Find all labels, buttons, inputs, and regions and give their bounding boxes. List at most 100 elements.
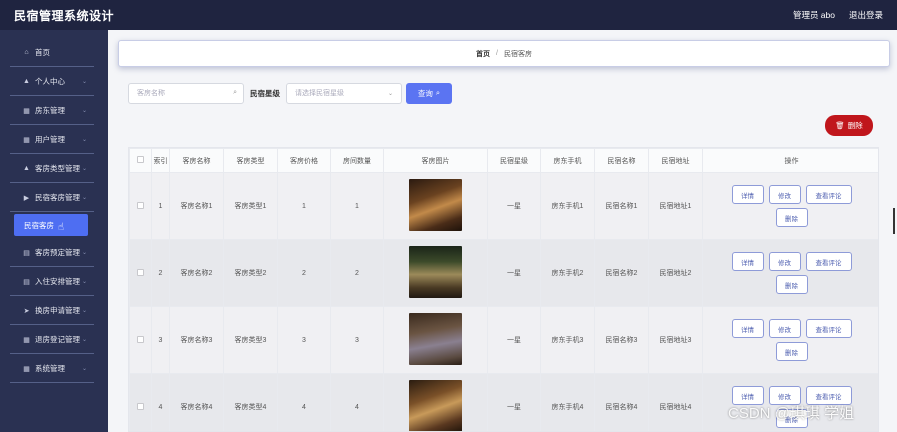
- sidebar-item-0[interactable]: ⌂ 首页: [0, 38, 108, 67]
- sidebar-item-1[interactable]: ▲ 个人中心 ⌄: [0, 67, 108, 96]
- top-bar: 民宿管理系统设计 管理员 abo 退出登录: [0, 0, 897, 30]
- row-select-cell: [129, 306, 152, 374]
- cell-type: 客房类型2: [223, 239, 278, 307]
- admin-user-label: 管理员 abo: [792, 10, 835, 20]
- row-select-cell: [129, 373, 152, 431]
- logout-link[interactable]: 退出登录: [849, 9, 883, 21]
- breadcrumb-current: 民宿客房: [503, 50, 532, 58]
- edit-button[interactable]: 修改: [768, 319, 801, 338]
- sidebar-item-label: 客房预定管理: [35, 248, 80, 257]
- chevron-down-icon: ⌄: [82, 279, 88, 285]
- star-select-placeholder: 请选择民宿星级: [295, 90, 344, 97]
- sidebar-item-2[interactable]: ▦ 房东管理 ⌄: [0, 96, 108, 125]
- chevron-down-icon: ⌄: [82, 108, 88, 114]
- sidebar-item-11[interactable]: ▦ 系统管理 ⌄: [0, 354, 108, 383]
- cell-star: 一星: [487, 373, 541, 431]
- cell-name: 客房名称3: [169, 306, 224, 374]
- app-title: 民宿管理系统设计: [14, 8, 115, 23]
- top-bar-actions: 管理员 abo 退出登录: [793, 9, 883, 21]
- sidebar-item-label: 系统管理: [35, 364, 65, 373]
- cell-actions: 详情 修改 查看评论删除: [702, 306, 878, 374]
- row-delete-button[interactable]: 删除: [775, 275, 808, 294]
- chevron-down-icon: ⌄: [82, 79, 88, 85]
- room-photo: [409, 179, 462, 231]
- user-icon: ▲: [23, 78, 30, 85]
- chevron-down-icon: ⌄: [82, 366, 88, 372]
- chevron-down-icon: ⌄: [82, 250, 88, 256]
- sidebar-item-5[interactable]: ▶ 民宿客房管理 ⌄: [0, 183, 108, 212]
- cell-type: 客房类型4: [223, 373, 278, 431]
- grid-icon: ▦: [23, 107, 30, 115]
- cell-price: 2: [277, 239, 331, 307]
- detail-button[interactable]: 详情: [731, 185, 764, 204]
- watermark: CSDN @琪琪 学姐: [728, 405, 855, 422]
- row-delete-button[interactable]: 删除: [775, 342, 808, 361]
- view-reviews-button[interactable]: 查看评论: [805, 185, 852, 204]
- batch-delete-label: 删除: [847, 121, 863, 130]
- row-checkbox[interactable]: [137, 335, 144, 343]
- column-header: 客房价格: [277, 148, 331, 173]
- cell-name: 客房名称1: [169, 172, 224, 240]
- sidebar-subitem-rooms[interactable]: 民宿客房: [14, 214, 88, 236]
- breadcrumb-home[interactable]: 首页: [476, 49, 490, 59]
- sidebar-item-label: 换房申请管理: [35, 306, 80, 315]
- sidebar-item-label: 个人中心: [35, 77, 65, 86]
- room-name-input[interactable]: 客房名称 ⌕: [128, 82, 244, 104]
- cell-index: 3: [151, 306, 170, 374]
- cell-price: 4: [277, 373, 331, 431]
- chevron-down-icon: ⌄: [82, 195, 88, 201]
- table-row: 1 客房名称1 客房类型1 1 1 一星 房东手机1 民宿名称1 民宿地址1 详情 修改 查看评论 删除: [129, 172, 878, 240]
- star-filter-label: 民宿星级: [250, 88, 280, 98]
- batch-delete-button[interactable]: 🗑 删除: [825, 115, 873, 136]
- cell-count: 4: [330, 373, 384, 431]
- sidebar-item-10[interactable]: ▦ 退房登记管理 ⌄: [0, 325, 108, 354]
- cell-name: 客房名称4: [169, 373, 224, 431]
- room-photo: [409, 313, 462, 365]
- column-header: 客房名称: [169, 148, 224, 173]
- row-delete-button[interactable]: 删除: [775, 208, 808, 227]
- select-all-checkbox[interactable]: [137, 156, 144, 163]
- cell-count: 2: [330, 239, 384, 307]
- search-icon: ⌕: [233, 89, 237, 96]
- view-reviews-button[interactable]: 查看评论: [805, 319, 852, 338]
- sidebar-item-7[interactable]: ▤ 客房预定管理 ⌄: [0, 238, 108, 267]
- room-name-placeholder: 客房名称: [137, 90, 165, 97]
- column-header: 操作: [702, 148, 878, 173]
- cell-phone: 房东手机1: [540, 172, 595, 240]
- cell-inn: 民宿名称3: [594, 306, 649, 374]
- query-button[interactable]: 查询 ⌕: [406, 82, 452, 104]
- sidebar-item-4[interactable]: ▲ 客房类型管理 ⌄: [0, 154, 108, 183]
- detail-button[interactable]: 详情: [731, 319, 764, 338]
- cell-image: [383, 239, 488, 307]
- chevron-down-icon: ⌄: [82, 337, 88, 343]
- table-header-row: 索引 客房名称 客房类型 客房价格 房间数量 客房图片 民宿星级 房东手机 民宿名称 民宿地址 操作: [129, 148, 878, 173]
- sidebar-item-label: 客房类型管理: [35, 164, 80, 173]
- cell-type: 客房类型1: [223, 172, 278, 240]
- scrollbar-thumb[interactable]: [893, 208, 895, 234]
- cell-image: [383, 172, 488, 240]
- search-icon: ⌕: [435, 88, 441, 97]
- grid-icon: ▦: [23, 336, 30, 344]
- column-header: 房间数量: [330, 148, 384, 173]
- row-checkbox[interactable]: [137, 402, 144, 410]
- cell-star: 一星: [487, 172, 541, 240]
- view-reviews-button[interactable]: 查看评论: [805, 252, 852, 271]
- column-header: 房东手机: [540, 148, 595, 173]
- detail-button[interactable]: 详情: [731, 252, 764, 271]
- doc-icon: ▤: [23, 278, 30, 286]
- column-header: 民宿名称: [594, 148, 649, 173]
- room-photo: [409, 246, 462, 298]
- cell-addr: 民宿地址2: [648, 239, 703, 307]
- edit-button[interactable]: 修改: [768, 252, 801, 271]
- chevron-down-icon: ⌄: [82, 137, 88, 143]
- sidebar-item-3[interactable]: ▦ 用户管理 ⌄: [0, 125, 108, 154]
- row-checkbox[interactable]: [137, 201, 144, 209]
- grid-icon: ▦: [23, 365, 30, 373]
- cell-name: 客房名称2: [169, 239, 224, 307]
- edit-button[interactable]: 修改: [768, 185, 801, 204]
- star-select[interactable]: 请选择民宿星级 ⌄: [286, 82, 402, 104]
- row-checkbox[interactable]: [137, 268, 144, 276]
- sidebar-item-9[interactable]: ➤ 换房申请管理 ⌄: [0, 296, 108, 325]
- sidebar-item-8[interactable]: ▤ 入住安排管理 ⌄: [0, 267, 108, 296]
- sidebar: ⌂ 首页 ▲ 个人中心 ⌄ ▦ 房东管理 ⌄ ▦ 用户管理 ⌄ ▲ 客房类型管理 ⌄ ▶ 民宿客房管理 ⌄ 民宿客…: [0, 30, 108, 432]
